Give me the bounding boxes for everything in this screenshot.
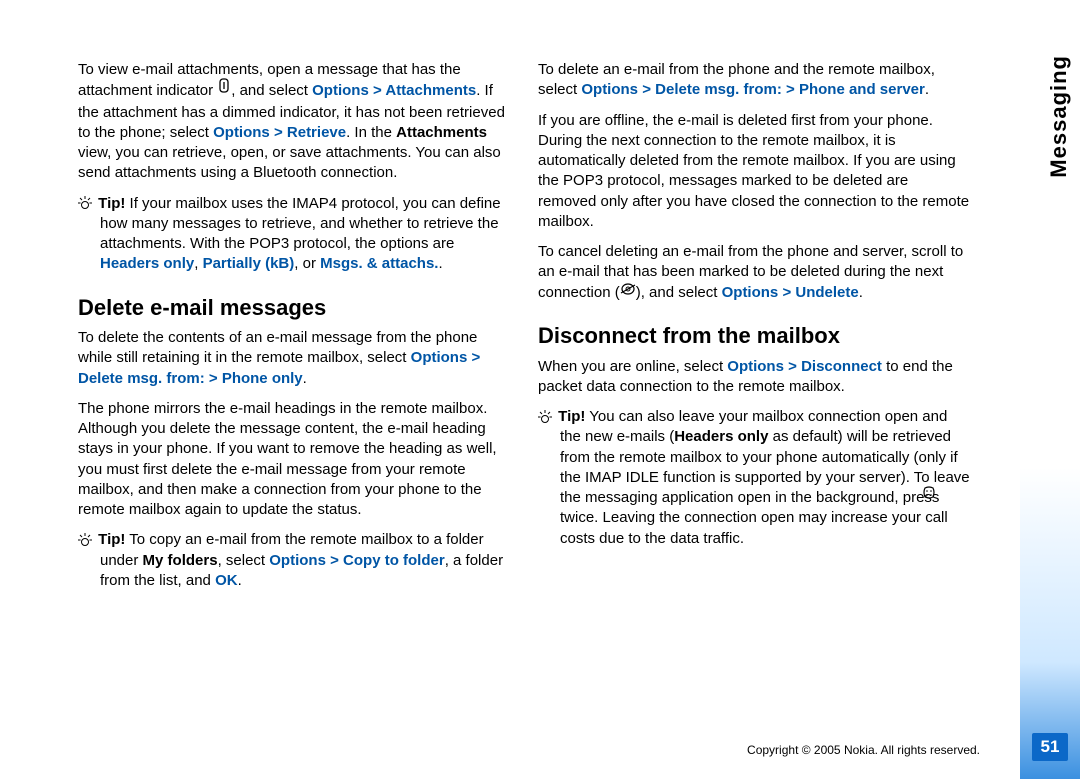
paragraph-offline-delete: If you are offline, the e-mail is delete… xyxy=(538,111,970,233)
column-right: To delete an e-mail from the phone and t… xyxy=(538,60,970,601)
paragraph-disconnect: When you are online, select Options > Di… xyxy=(538,357,970,398)
heading-disconnect: Disconnect from the mailbox xyxy=(538,321,970,351)
tip-icon xyxy=(78,530,92,549)
paragraph-undelete: To cancel deleting an e-mail from the ph… xyxy=(538,242,970,303)
paragraph-attachments: To view e-mail attachments, open a messa… xyxy=(78,60,510,184)
tip-imap-pop3: Tip! If your mailbox uses the IMAP4 prot… xyxy=(78,194,510,275)
paragraph-delete-phone-server: To delete an e-mail from the phone and t… xyxy=(538,60,970,101)
tip-copy-folder: Tip! To copy an e-mail from the remote m… xyxy=(78,530,510,591)
heading-delete-email: Delete e-mail messages xyxy=(78,293,510,323)
attachment-indicator-icon xyxy=(217,78,231,100)
email-to-delete-icon xyxy=(620,281,636,301)
tip-leave-open: Tip! You can also leave your mailbox con… xyxy=(538,407,970,549)
page-content: To view e-mail attachments, open a messa… xyxy=(0,0,1080,779)
tip-icon xyxy=(538,407,552,426)
column-left: To view e-mail attachments, open a messa… xyxy=(78,60,510,601)
copyright: Copyright © 2005 Nokia. All rights reser… xyxy=(747,743,980,757)
paragraph-mirror: The phone mirrors the e-mail headings in… xyxy=(78,399,510,521)
paragraph-delete-phone-only: To delete the contents of an e-mail mess… xyxy=(78,328,510,389)
tip-icon xyxy=(78,193,92,212)
